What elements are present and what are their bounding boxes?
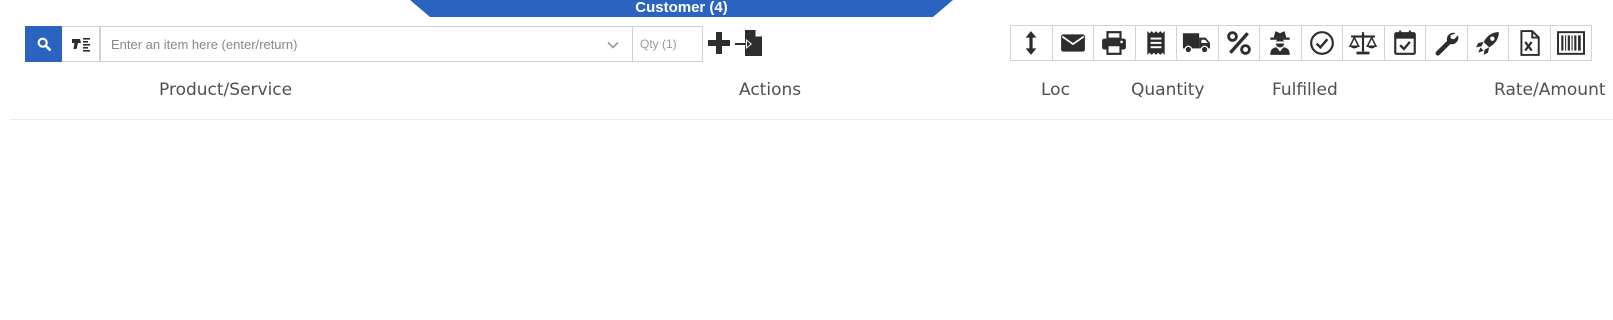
- quantity-input[interactable]: [633, 27, 702, 61]
- barcode-scanner-button[interactable]: [62, 26, 100, 62]
- balance-scale-icon: [1349, 32, 1378, 55]
- chevron-down-icon[interactable]: [606, 38, 620, 52]
- search-button[interactable]: [25, 26, 62, 62]
- calendar-check-icon: [1393, 30, 1416, 55]
- column-header-quantity: Quantity: [1131, 80, 1205, 100]
- barcode-scanner-icon: [71, 38, 90, 52]
- truck-icon: [1183, 33, 1211, 54]
- user-secret-icon: [1270, 31, 1290, 55]
- tools-button[interactable]: [1425, 25, 1468, 61]
- item-search-field[interactable]: [100, 26, 633, 62]
- print-button[interactable]: [1093, 25, 1136, 61]
- customer-tab[interactable]: Customer (4): [410, 0, 953, 17]
- search-icon: [37, 37, 51, 51]
- column-header-product: Product/Service: [159, 80, 293, 100]
- approve-button[interactable]: [1300, 25, 1343, 61]
- column-header-loc: Loc: [1041, 80, 1070, 100]
- barcode-icon: [1556, 31, 1585, 55]
- column-header-rate-amount: Rate/Amount: [1494, 80, 1606, 100]
- launch-button[interactable]: [1466, 25, 1509, 61]
- shipping-button[interactable]: [1176, 25, 1219, 61]
- receipt-button[interactable]: [1134, 25, 1177, 61]
- discount-button[interactable]: [1217, 25, 1260, 61]
- excel-file-icon: [1520, 30, 1540, 56]
- email-button[interactable]: [1051, 25, 1094, 61]
- resize-vertical-icon: [1025, 31, 1037, 55]
- resize-toggle-button[interactable]: [1010, 25, 1053, 61]
- column-header-fulfilled: Fulfilled: [1272, 80, 1338, 100]
- private-mode-button[interactable]: [1259, 25, 1302, 61]
- export-excel-button[interactable]: [1508, 25, 1551, 61]
- toolbar: [1010, 25, 1592, 61]
- quantity-field[interactable]: [633, 26, 703, 62]
- add-item-button[interactable]: [706, 29, 732, 57]
- check-circle-icon: [1309, 31, 1334, 55]
- receipt-icon: [1147, 31, 1165, 55]
- column-header-actions: Actions: [739, 80, 802, 100]
- file-import-icon: [735, 30, 762, 56]
- barcode-button[interactable]: [1549, 25, 1592, 61]
- plus-icon: [708, 32, 730, 54]
- schedule-button[interactable]: [1383, 25, 1426, 61]
- header-divider: [10, 119, 1613, 120]
- envelope-icon: [1060, 34, 1085, 52]
- rocket-icon: [1475, 32, 1499, 55]
- percent-icon: [1226, 31, 1251, 55]
- item-search-input[interactable]: [101, 27, 632, 61]
- import-items-button[interactable]: [734, 28, 764, 58]
- wrench-icon: [1435, 32, 1459, 56]
- compare-button[interactable]: [1342, 25, 1385, 61]
- printer-icon: [1102, 31, 1127, 55]
